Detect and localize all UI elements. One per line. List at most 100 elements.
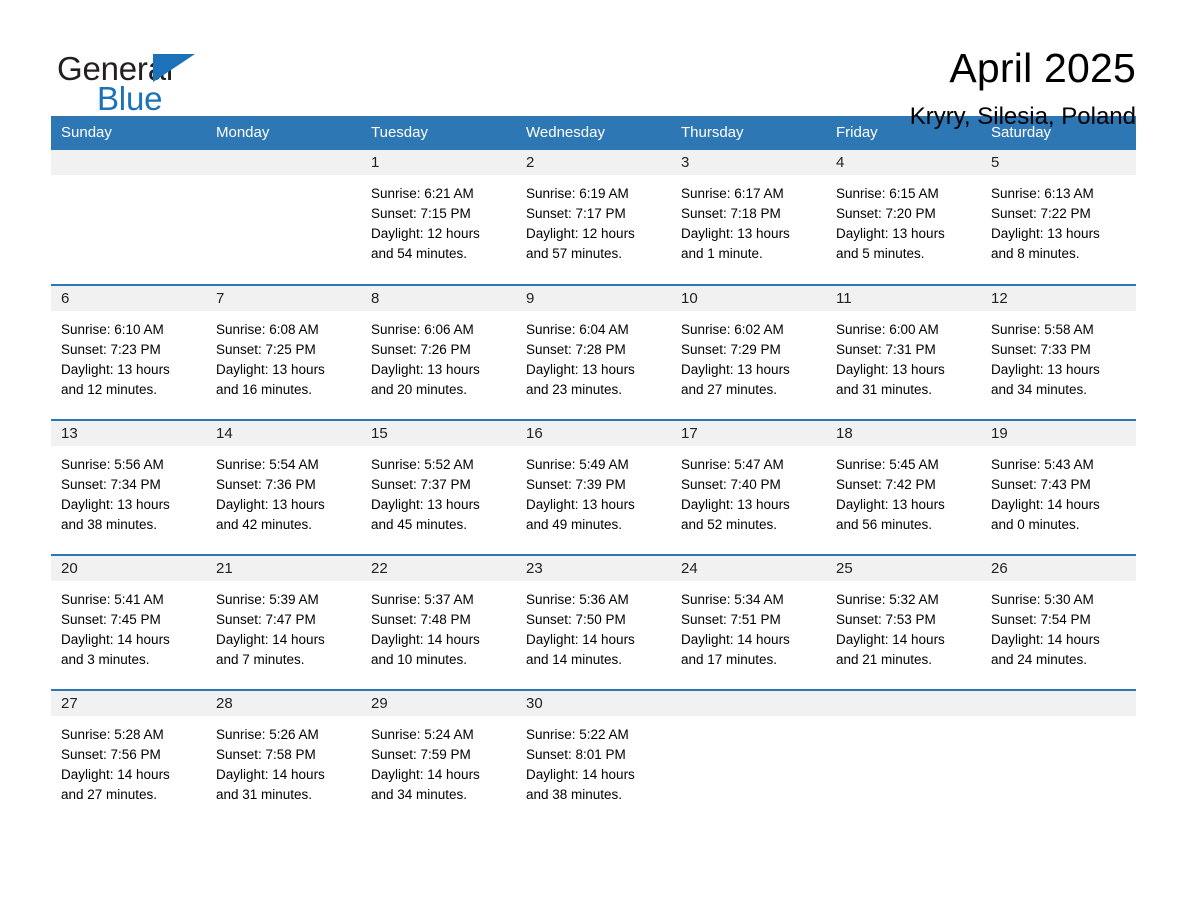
day-details: Sunrise: 5:45 AM Sunset: 7:42 PM Daylight:…: [826, 446, 981, 535]
day-details: Sunrise: 5:54 AM Sunset: 7:36 PM Daylight:…: [206, 446, 361, 535]
calendar-day-cell[interactable]: 24 Sunrise: 5:34 AM Sunset: 7:51 PM Dayligh…: [671, 554, 826, 690]
day-details: Sunrise: 6:02 AM Sunset: 7:29 PM Daylight:…: [671, 311, 826, 400]
sunrise-text: Sunrise: 5:58 AM: [991, 322, 1094, 337]
calendar-day-cell[interactable]: 19 Sunrise: 5:43 AM Sunset: 7:43 PM Dayligh…: [981, 419, 1136, 555]
sunset-text: Sunset: 8:01 PM: [526, 747, 626, 762]
daylight-text-line1: Daylight: 14 hours: [681, 632, 790, 647]
day-details: Sunrise: 5:32 AM Sunset: 7:53 PM Daylight:…: [826, 581, 981, 670]
day-details: Sunrise: 6:13 AM Sunset: 7:22 PM Daylight:…: [981, 175, 1136, 264]
calendar-day-cell[interactable]: 20 Sunrise: 5:41 AM Sunset: 7:45 PM Dayligh…: [51, 554, 206, 690]
sunset-text: Sunset: 7:37 PM: [371, 477, 471, 492]
calendar-day-cell[interactable]: 6 Sunrise: 6:10 AM Sunset: 7:23 PM Daylight…: [51, 284, 206, 420]
daylight-text-line1: Daylight: 12 hours: [371, 226, 480, 241]
calendar-day-cell-empty: [671, 689, 826, 825]
daylight-text-line1: Daylight: 13 hours: [61, 362, 170, 377]
calendar-day-cell[interactable]: 13 Sunrise: 5:56 AM Sunset: 7:34 PM Dayligh…: [51, 419, 206, 555]
sunset-text: Sunset: 7:23 PM: [61, 342, 161, 357]
daylight-text-line1: Daylight: 13 hours: [61, 497, 170, 512]
day-number: [826, 691, 981, 716]
calendar-day-cell[interactable]: 1 Sunrise: 6:21 AM Sunset: 7:15 PM Daylight…: [361, 150, 516, 285]
sunset-text: Sunset: 7:31 PM: [836, 342, 936, 357]
day-number: 19: [981, 421, 1136, 446]
sunset-text: Sunset: 7:56 PM: [61, 747, 161, 762]
day-details: Sunrise: 6:19 AM Sunset: 7:17 PM Daylight:…: [516, 175, 671, 264]
day-number: 12: [981, 286, 1136, 311]
sunrise-text: Sunrise: 5:39 AM: [216, 592, 319, 607]
sunset-text: Sunset: 7:18 PM: [681, 206, 781, 221]
calendar-day-cell[interactable]: 21 Sunrise: 5:39 AM Sunset: 7:47 PM Dayligh…: [206, 554, 361, 690]
day-details: Sunrise: 6:00 AM Sunset: 7:31 PM Daylight:…: [826, 311, 981, 400]
sunrise-text: Sunrise: 5:36 AM: [526, 592, 629, 607]
calendar-day-cell-empty: [826, 689, 981, 825]
calendar-day-cell[interactable]: 28 Sunrise: 5:26 AM Sunset: 7:58 PM Dayligh…: [206, 689, 361, 825]
calendar-day-cell[interactable]: 17 Sunrise: 5:47 AM Sunset: 7:40 PM Dayligh…: [671, 419, 826, 555]
calendar-day-cell[interactable]: 30 Sunrise: 5:22 AM Sunset: 8:01 PM Dayligh…: [516, 689, 671, 825]
daylight-text-line1: Daylight: 13 hours: [526, 497, 635, 512]
daylight-text-line2: and 3 minutes.: [61, 652, 150, 667]
sunrise-text: Sunrise: 5:47 AM: [681, 457, 784, 472]
calendar-day-cell[interactable]: 8 Sunrise: 6:06 AM Sunset: 7:26 PM Daylight…: [361, 284, 516, 420]
calendar-day-cell[interactable]: 27 Sunrise: 5:28 AM Sunset: 7:56 PM Dayligh…: [51, 689, 206, 825]
daylight-text-line1: Daylight: 14 hours: [216, 632, 325, 647]
calendar-day-cell[interactable]: 16 Sunrise: 5:49 AM Sunset: 7:39 PM Dayligh…: [516, 419, 671, 555]
sunset-text: Sunset: 7:42 PM: [836, 477, 936, 492]
calendar-day-cell[interactable]: 9 Sunrise: 6:04 AM Sunset: 7:28 PM Daylight…: [516, 284, 671, 420]
calendar-day-cell[interactable]: 25 Sunrise: 5:32 AM Sunset: 7:53 PM Dayligh…: [826, 554, 981, 690]
day-details: Sunrise: 6:04 AM Sunset: 7:28 PM Daylight:…: [516, 311, 671, 400]
calendar-day-cell[interactable]: 22 Sunrise: 5:37 AM Sunset: 7:48 PM Dayligh…: [361, 554, 516, 690]
calendar-day-cell[interactable]: 14 Sunrise: 5:54 AM Sunset: 7:36 PM Dayligh…: [206, 419, 361, 555]
daylight-text-line1: Daylight: 14 hours: [836, 632, 945, 647]
calendar-day-cell[interactable]: 26 Sunrise: 5:30 AM Sunset: 7:54 PM Dayligh…: [981, 554, 1136, 690]
daylight-text-line1: Daylight: 13 hours: [216, 362, 325, 377]
day-details: Sunrise: 5:26 AM Sunset: 7:58 PM Daylight:…: [206, 716, 361, 805]
calendar-day-cell[interactable]: 5 Sunrise: 6:13 AM Sunset: 7:22 PM Daylight…: [981, 150, 1136, 285]
sunset-text: Sunset: 7:34 PM: [61, 477, 161, 492]
sunset-text: Sunset: 7:25 PM: [216, 342, 316, 357]
calendar-day-cell[interactable]: 4 Sunrise: 6:15 AM Sunset: 7:20 PM Daylight…: [826, 150, 981, 285]
calendar-day-cell-empty: [51, 150, 206, 285]
sunrise-text: Sunrise: 5:26 AM: [216, 727, 319, 742]
day-number: 14: [206, 421, 361, 446]
calendar-day-cell-empty: [981, 689, 1136, 825]
day-number: 21: [206, 556, 361, 581]
calendar-day-cell[interactable]: 12 Sunrise: 5:58 AM Sunset: 7:33 PM Dayligh…: [981, 284, 1136, 420]
day-number: 8: [361, 286, 516, 311]
sunset-text: Sunset: 7:33 PM: [991, 342, 1091, 357]
day-details: Sunrise: 5:39 AM Sunset: 7:47 PM Daylight:…: [206, 581, 361, 670]
sunset-text: Sunset: 7:26 PM: [371, 342, 471, 357]
sunrise-text: Sunrise: 5:28 AM: [61, 727, 164, 742]
calendar-day-cell[interactable]: 11 Sunrise: 6:00 AM Sunset: 7:31 PM Dayligh…: [826, 284, 981, 420]
daylight-text-line1: Daylight: 12 hours: [526, 226, 635, 241]
day-number: 5: [981, 150, 1136, 175]
sunrise-text: Sunrise: 5:49 AM: [526, 457, 629, 472]
sunset-text: Sunset: 7:15 PM: [371, 206, 471, 221]
day-details: Sunrise: 6:17 AM Sunset: 7:18 PM Daylight:…: [671, 175, 826, 264]
daylight-text-line1: Daylight: 13 hours: [681, 497, 790, 512]
calendar-day-cell[interactable]: 29 Sunrise: 5:24 AM Sunset: 7:59 PM Dayligh…: [361, 689, 516, 825]
daylight-text-line2: and 27 minutes.: [681, 382, 778, 397]
day-number: 1: [361, 150, 516, 175]
calendar-day-cell[interactable]: 3 Sunrise: 6:17 AM Sunset: 7:18 PM Daylight…: [671, 150, 826, 285]
weekday-header-wednesday: Wednesday: [516, 116, 671, 150]
day-details: Sunrise: 5:24 AM Sunset: 7:59 PM Daylight:…: [361, 716, 516, 805]
daylight-text-line1: Daylight: 13 hours: [836, 362, 945, 377]
calendar-day-cell[interactable]: 15 Sunrise: 5:52 AM Sunset: 7:37 PM Dayligh…: [361, 419, 516, 555]
calendar-day-cell[interactable]: 10 Sunrise: 6:02 AM Sunset: 7:29 PM Dayligh…: [671, 284, 826, 420]
day-number: 11: [826, 286, 981, 311]
sunset-text: Sunset: 7:45 PM: [61, 612, 161, 627]
calendar-week-row: 20 Sunrise: 5:41 AM Sunset: 7:45 PM Dayligh…: [51, 554, 1136, 690]
calendar-day-cell-empty: [206, 150, 361, 285]
calendar-day-cell[interactable]: 2 Sunrise: 6:19 AM Sunset: 7:17 PM Daylight…: [516, 150, 671, 285]
day-details: Sunrise: 5:34 AM Sunset: 7:51 PM Daylight:…: [671, 581, 826, 670]
daylight-text-line2: and 24 minutes.: [991, 652, 1088, 667]
sunrise-text: Sunrise: 6:15 AM: [836, 186, 939, 201]
day-number: 13: [51, 421, 206, 446]
sunrise-text: Sunrise: 6:10 AM: [61, 322, 164, 337]
sunrise-text: Sunrise: 5:37 AM: [371, 592, 474, 607]
calendar-day-cell[interactable]: 18 Sunrise: 5:45 AM Sunset: 7:42 PM Dayligh…: [826, 419, 981, 555]
calendar-day-cell[interactable]: 23 Sunrise: 5:36 AM Sunset: 7:50 PM Dayligh…: [516, 554, 671, 690]
calendar-day-cell[interactable]: 7 Sunrise: 6:08 AM Sunset: 7:25 PM Daylight…: [206, 284, 361, 420]
day-details: Sunrise: 6:06 AM Sunset: 7:26 PM Daylight:…: [361, 311, 516, 400]
general-blue-logo: General Blue: [57, 44, 207, 116]
calendar-body: 1 Sunrise: 6:21 AM Sunset: 7:15 PM Daylight…: [51, 150, 1136, 825]
